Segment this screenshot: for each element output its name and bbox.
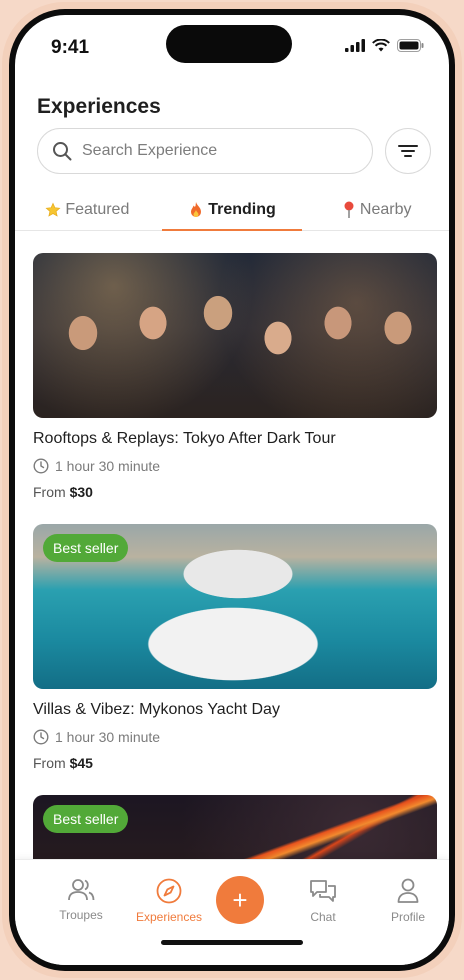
search-input[interactable] xyxy=(80,141,344,161)
card-price-value: $45 xyxy=(69,755,93,771)
add-experience-button[interactable]: + xyxy=(216,876,264,924)
tab-trending-label: Trending xyxy=(208,201,276,218)
card-duration: 1 hour 30 minute xyxy=(33,729,437,745)
tab-nearby-label: Nearby xyxy=(359,201,412,218)
battery-icon xyxy=(397,39,424,52)
clock-icon xyxy=(33,458,49,474)
search-icon xyxy=(53,142,72,161)
wifi-icon xyxy=(372,39,390,52)
experience-card[interactable]: Best seller Villas & Vibez: Mykonos Yach… xyxy=(33,524,437,771)
home-indicator xyxy=(161,940,303,945)
card-price: From $45 xyxy=(33,755,437,771)
card-price: From $30 xyxy=(33,484,437,500)
card-image-volcano: Best seller xyxy=(33,795,437,859)
nav-profile-label: Profile xyxy=(390,910,425,924)
card-image-tokyo-party xyxy=(33,253,437,418)
bottom-navigation: Troupes Experiences + Chat Profile xyxy=(15,859,449,965)
card-duration: 1 hour 30 minute xyxy=(33,458,437,474)
status-time: 9:41 xyxy=(51,37,90,58)
search-bar[interactable] xyxy=(37,128,373,174)
experience-card[interactable]: Rooftops & Replays: Tokyo After Dark Tou… xyxy=(33,253,437,500)
app-screen: 9:41 Experiences Search Experience Featu… xyxy=(15,15,449,965)
fire-icon xyxy=(191,202,202,217)
best-seller-badge: Best seller xyxy=(43,534,129,562)
experience-card[interactable]: Best seller xyxy=(33,795,437,859)
clock-icon xyxy=(33,729,49,745)
tab-featured-label: Featured xyxy=(65,201,130,218)
nav-chat-label: Chat xyxy=(310,910,336,924)
nav-troupes-label: Troupes xyxy=(59,908,103,922)
card-price-prefix: From xyxy=(33,755,66,771)
people-icon xyxy=(68,879,95,901)
card-duration-text: 1 hour 30 minute xyxy=(55,729,161,745)
compass-icon xyxy=(156,878,182,904)
category-tabs: Featured Trending Nearby xyxy=(15,190,449,231)
card-price-prefix: From xyxy=(33,484,66,500)
filter-icon xyxy=(398,145,418,157)
dynamic-island xyxy=(166,25,292,63)
filter-button[interactable] xyxy=(385,128,431,174)
tab-nearby[interactable]: Nearby xyxy=(304,190,449,230)
nav-experiences-label: Experiences xyxy=(135,910,203,924)
card-duration-text: 1 hour 30 minute xyxy=(55,458,161,474)
pin-icon xyxy=(344,201,354,218)
card-price-value: $30 xyxy=(69,484,93,500)
card-title: Villas & Vibez: Mykonos Yacht Day xyxy=(33,701,280,718)
card-image-mykonos-yacht: Best seller xyxy=(33,524,437,689)
profile-icon xyxy=(397,878,419,903)
nav-chat[interactable]: Chat xyxy=(288,878,358,924)
page-title: Experiences xyxy=(37,95,161,118)
tab-featured[interactable]: Featured xyxy=(15,190,160,230)
experience-feed[interactable]: Rooftops & Replays: Tokyo After Dark Tou… xyxy=(15,231,449,859)
status-icons xyxy=(345,39,424,52)
tab-trending[interactable]: Trending xyxy=(160,190,305,231)
phone-outer-frame: 9:41 Experiences Search Experience Featu… xyxy=(2,2,462,978)
nav-troupes[interactable]: Troupes xyxy=(46,878,116,922)
star-icon xyxy=(45,202,61,217)
chat-icon xyxy=(310,880,336,902)
phone-frame: 9:41 Experiences Search Experience Featu… xyxy=(9,9,455,971)
nav-experiences[interactable]: Experiences xyxy=(134,878,204,924)
signal-icon xyxy=(345,39,365,52)
best-seller-badge: Best seller xyxy=(43,805,129,833)
card-title: Rooftops & Replays: Tokyo After Dark Tou… xyxy=(33,430,336,447)
nav-profile[interactable]: Profile xyxy=(373,878,443,924)
